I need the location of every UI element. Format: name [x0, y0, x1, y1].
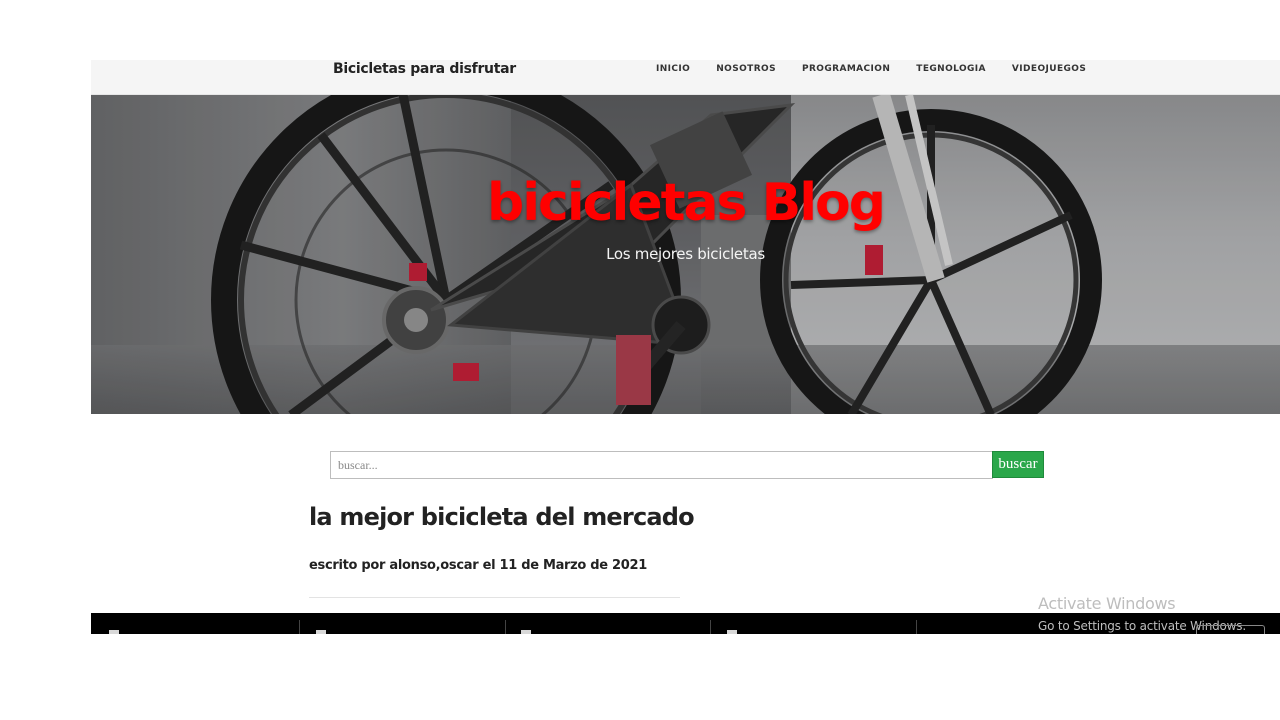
footer-icon — [727, 630, 737, 634]
nav-link-videojuegos[interactable]: VIDEOJUEGOS — [1012, 63, 1086, 75]
post-title[interactable]: la mejor bicicleta del mercado — [309, 503, 695, 531]
hero-title: bicicletas Blog — [486, 173, 886, 233]
nav-link-programacion[interactable]: PROGRAMACION — [802, 63, 890, 75]
footer-divider — [505, 620, 506, 634]
nav-link-tegnologia[interactable]: TEGNOLOGIA — [916, 63, 986, 75]
navbar: Bicicletas para disfrutar INICIO NOSOTRO… — [91, 60, 1280, 95]
footer-icon — [109, 630, 119, 634]
footer-divider — [299, 620, 300, 634]
brand-title[interactable]: Bicicletas para disfrutar — [333, 60, 516, 78]
search-input[interactable] — [330, 451, 993, 479]
footer-icon — [316, 630, 326, 634]
search-button[interactable]: buscar — [992, 451, 1044, 478]
nav-link-nosotros[interactable]: NOSOTROS — [716, 63, 776, 75]
footer-icon — [521, 630, 531, 634]
post-divider — [309, 597, 680, 598]
hero-subtitle: Los mejores bicicletas — [606, 245, 765, 263]
footer-divider — [710, 620, 711, 634]
post-meta: escrito por alonso,oscar el 11 de Marzo … — [309, 558, 648, 573]
activate-windows-title: Activate Windows — [1038, 594, 1176, 613]
footer-divider — [916, 620, 917, 634]
taskbar-tray-box — [1196, 625, 1265, 634]
nav-link-inicio[interactable]: INICIO — [656, 63, 690, 75]
web-page: Bicicletas para disfrutar INICIO NOSOTRO… — [91, 60, 1280, 634]
main-nav: INICIO NOSOTROS PROGRAMACION TEGNOLOGIA … — [656, 63, 1112, 75]
hero-banner: bicicletas Blog Los mejores bicicletas — [91, 95, 1280, 414]
